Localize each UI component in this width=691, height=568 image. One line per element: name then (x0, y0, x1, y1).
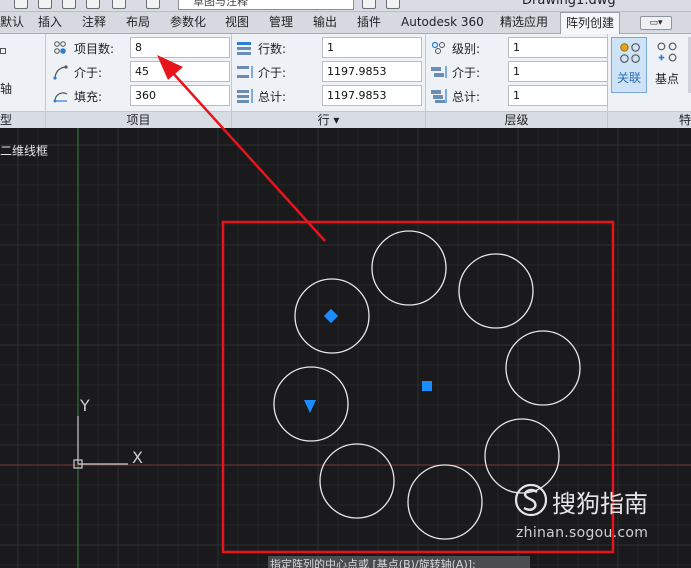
print-icon[interactable] (86, 0, 100, 9)
rows-panel: 行数: 1 介于: 1197.9853 总计: 1197.9853 行 ▾ (232, 34, 426, 128)
redo-icon[interactable] (146, 0, 160, 9)
new-icon[interactable] (14, 0, 28, 9)
array-circle[interactable] (319, 443, 395, 519)
level-between-label: 介于: (452, 66, 481, 80)
ribbon-display-toggle[interactable]: ▭▾ (640, 16, 672, 30)
save-icon[interactable] (38, 0, 52, 9)
row-count-input[interactable]: 1 (322, 37, 422, 58)
tab-array-creation[interactable]: 阵列创建 (560, 12, 621, 35)
row-count-icon (237, 42, 251, 55)
share-icon[interactable] (362, 0, 376, 9)
watermark-domain: zhinan.sogou.com (516, 525, 649, 541)
level-count-input[interactable]: 1 (508, 37, 608, 58)
level-between-icon (431, 66, 447, 78)
save-as-icon[interactable] (62, 0, 76, 9)
levels-panel: 级别: 1 介于: 1 总计: 1 层级 (426, 34, 608, 128)
base-point-label: 基点 (654, 72, 679, 86)
tab-autodesk-360[interactable]: Autodesk 360 (401, 12, 484, 34)
ucs-icon (73, 416, 128, 469)
item-between-label: 介于: (74, 66, 103, 80)
fill-angle-icon (53, 92, 68, 103)
row-total-label: 总计: (258, 90, 287, 104)
item-count-icon (54, 41, 66, 54)
items-panel-title: 项目 (46, 111, 231, 128)
tab-parametric[interactable]: 参数化 (170, 12, 206, 34)
watermark-brand: 搜狗指南 (552, 490, 648, 518)
level-between-input[interactable]: 1 (508, 61, 608, 82)
level-total-icon (431, 89, 447, 103)
rows-panel-title[interactable]: 行 ▾ (232, 111, 425, 128)
layer-icon[interactable] (386, 0, 400, 9)
row-between-label: 介于: (258, 66, 287, 80)
level-total-label: 总计: (452, 90, 481, 104)
levels-panel-title: 层级 (426, 111, 607, 128)
tab-layout[interactable]: 布局 (126, 12, 150, 34)
count-grip-triangle[interactable] (304, 400, 316, 413)
item-fill-input[interactable]: 360 (130, 85, 230, 106)
row-between-icon (237, 66, 253, 78)
item-fill-label: 填充: (74, 90, 103, 104)
type-panel-side-label: 轴 (0, 82, 13, 96)
type-panel-title: 型 (0, 111, 45, 128)
item-grip-diamond[interactable] (323, 308, 339, 324)
item-between-input[interactable]: 45 (130, 61, 230, 82)
base-point-button[interactable]: 基点 (649, 37, 685, 93)
ucs-y-label: Y (79, 396, 90, 415)
type-panel: 轴 型 (0, 34, 46, 128)
properties-panel: 关联 基点 特 (608, 34, 691, 128)
undo-icon[interactable] (112, 0, 126, 9)
sogou-logo (514, 483, 548, 517)
document-title: Drawing1.dwg (522, 0, 616, 8)
properties-panel-title: 特 (608, 111, 691, 128)
polar-type-icon[interactable] (0, 48, 6, 54)
level-count-icon (431, 41, 445, 54)
workspace-dropdown[interactable]: 草图与注释 (178, 0, 354, 10)
array-circle[interactable] (407, 464, 483, 540)
array-circle[interactable] (371, 230, 447, 306)
tab-output[interactable]: 输出 (313, 12, 337, 34)
center-grip[interactable] (422, 381, 432, 391)
tab-annotate[interactable]: 注释 (82, 12, 106, 34)
array-circle[interactable] (505, 330, 581, 406)
ribbon-tab-bar: 默认 插入 注释 布局 参数化 视图 管理 输出 插件 Autodesk 360… (0, 12, 691, 35)
angle-between-icon (53, 65, 68, 80)
level-total-input[interactable]: 1 (508, 85, 608, 106)
title-bar: 草图与注释 Drawing1.dwg (0, 0, 691, 12)
tab-featured-apps[interactable]: 精选应用 (500, 12, 548, 34)
base-point-icon (657, 42, 677, 62)
tab-insert[interactable]: 插入 (38, 12, 62, 34)
ribbon: 轴 型 项目数: 8 介于: 45 填充: 360 项目 行数: 1 介于: 1… (0, 34, 691, 128)
tab-default[interactable]: 默认 (0, 12, 24, 34)
tab-view[interactable]: 视图 (225, 12, 249, 34)
row-between-input[interactable]: 1197.9853 (322, 61, 422, 82)
level-count-label: 级别: (452, 42, 481, 56)
item-count-input[interactable]: 8 (130, 37, 230, 58)
row-total-icon (237, 89, 253, 103)
tab-manage[interactable]: 管理 (269, 12, 293, 34)
row-total-input[interactable]: 1197.9853 (322, 85, 422, 106)
command-line[interactable]: 指定阵列的中心点或 [基点(B)/旋转轴(A)]: (268, 556, 530, 568)
associative-icon (620, 43, 640, 63)
associative-label: 关联 (616, 71, 641, 85)
tab-plugins[interactable]: 插件 (357, 12, 381, 34)
row-count-label: 行数: (258, 42, 287, 56)
associative-button[interactable]: 关联 (611, 37, 647, 93)
ucs-x-label: X (132, 448, 143, 467)
view-style-label[interactable]: 二维线框 (0, 142, 48, 159)
item-count-label: 项目数: (74, 42, 115, 56)
items-panel: 项目数: 8 介于: 45 填充: 360 项目 (46, 34, 232, 128)
array-circle[interactable] (484, 418, 560, 494)
